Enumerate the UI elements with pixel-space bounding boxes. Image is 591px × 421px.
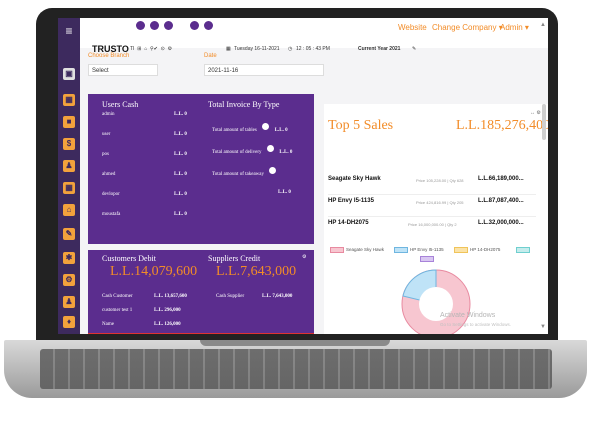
top5-item: Seagate Sky Hawk Price 105,228.00 | Qty … (328, 174, 536, 195)
sidebar-sales-icon[interactable]: ▦ (63, 94, 75, 106)
sidebar-grid-icon[interactable]: ▦ (63, 182, 75, 194)
credit-list: Cash Supplier L.L. 7,643,000 (216, 294, 312, 308)
status-dot-1-icon (136, 21, 145, 30)
menu-icon[interactable]: ≡ (58, 22, 80, 40)
calendar-icon: ▦ (226, 46, 231, 52)
sidebar-users-icon[interactable]: ♟ (63, 160, 75, 172)
sidebar-config-icon[interactable]: ⚙ (63, 274, 75, 286)
current-year: Current Year 2021 (358, 46, 401, 52)
suppliers-credit-amount: L.L.7,643,000 (216, 264, 297, 279)
sidebar: ≡ ▣ ▦ ■ $ ♟ ▦ ⌂ ✎ ✱ ⚙ ♟ ♦ (58, 18, 80, 334)
watermark-subtitle: Go to Settings to activate Windows. (440, 322, 512, 327)
top-bar: Website Change Company ▾ Admin ▾ (80, 18, 548, 48)
sidebar-settings-icon[interactable]: ✱ (63, 252, 75, 264)
legend-label-1: Seagate Sky Hawk (346, 247, 385, 252)
sidebar-tools-icon[interactable]: ✎ (63, 228, 75, 240)
status-dot-5-icon (204, 21, 213, 30)
users-cash-list: admin L.L. 0 user L.L. 0 pos L.L. 0 ahmed L.… (102, 112, 202, 232)
suppliers-credit-title: Suppliers Credit (208, 254, 261, 263)
status-dot-3-icon (164, 21, 173, 30)
branch-select[interactable]: Select (88, 64, 158, 76)
list-item: admin L.L. 0 (102, 112, 187, 117)
toggle-icon[interactable] (266, 145, 274, 153)
sidebar-orders-icon[interactable]: ■ (63, 116, 75, 128)
watermark-title: Activate Windows (440, 312, 496, 319)
debit-list: Cash Customer L.L. 13,657,600 customer te… (102, 294, 202, 334)
current-date: Tuesday 16-11-2021 (234, 46, 280, 52)
list-item: ahmed L.L. 0 (102, 172, 187, 177)
legend-label-3: HP 14-DH2075 (470, 247, 501, 252)
sidebar-profile-icon[interactable]: ♟ (63, 296, 75, 308)
list-item: moustafa L.L. 0 (102, 212, 187, 217)
admin-dropdown[interactable]: Admin ▾ (500, 23, 529, 32)
status-dot-2-icon (150, 21, 159, 30)
branch-label: Choose Branch (88, 53, 130, 59)
invoice-type-list: Total amount of tables L.L. 0 Total amou… (212, 118, 312, 195)
invoice-type-title: Total Invoice By Type (208, 100, 280, 109)
top5-title: Top 5 Sales (328, 118, 394, 133)
sidebar-dashboard-icon[interactable]: ▣ (63, 68, 75, 80)
change-company-dropdown[interactable]: Change Company ▾ (432, 23, 503, 32)
card-controls-icon[interactable]: ↔ ⚙ (530, 110, 541, 116)
top5-item: HP 14-DH2075 Price 16,000,000.00 | Qty 2… (328, 220, 524, 227)
legend-swatch-1 (330, 247, 344, 253)
sidebar-home-icon[interactable]: ⌂ (63, 204, 75, 216)
list-item: pos L.L. 0 (102, 152, 187, 157)
laptop-hinge (200, 340, 390, 346)
legend-swatch-3 (454, 247, 468, 253)
legend-swatch-2 (394, 247, 408, 253)
list-item: Total amount of delivery L.L. 0 (212, 140, 312, 162)
top5-sales-card: ↔ ⚙ Top 5 Sales L.L.185,276,400 Seagate … (324, 104, 548, 334)
top5-total: L.L.185,276,400 (456, 118, 548, 133)
legend-label-2: HP Envy I5-1135 (410, 247, 444, 252)
date-label: Date (204, 53, 217, 59)
customers-debit-amount: L.L.14,079,600 (110, 264, 198, 279)
list-item: customer test 1 L.L. 296,000 (102, 308, 181, 313)
clock-icon: ◷ (288, 46, 293, 52)
sidebar-account-icon[interactable]: ♦ (63, 316, 75, 328)
customers-debit-title: Customers Debit (102, 254, 156, 263)
edit-icon[interactable]: ✎ (412, 46, 416, 52)
legend-swatch-4 (516, 247, 530, 253)
scroll-down-icon[interactable]: ▼ (540, 324, 546, 330)
debit-credit-card: Customers Debit L.L.14,079,600 Suppliers… (88, 250, 314, 334)
users-cash-title: Users Cash (102, 100, 139, 109)
list-item: user L.L. 0 (102, 132, 187, 137)
list-item: Cash Supplier L.L. 7,643,000 (216, 294, 293, 299)
expand-icon[interactable]: ⚙ (302, 254, 306, 260)
scrollbar-thumb[interactable] (542, 104, 546, 140)
current-time: 12 : 05 : 43 PM (296, 46, 330, 52)
toggle-icon[interactable] (269, 167, 277, 175)
sidebar-cash-icon[interactable]: $ (63, 138, 75, 150)
laptop-keyboard (40, 349, 552, 389)
toolbar-icons[interactable]: TI ⊞ ⌂ ⚲✔ ⊙ ⚙ (130, 46, 172, 52)
scroll-up-icon[interactable]: ▲ (540, 22, 546, 28)
app-screen: ≡ ▣ ▦ ■ $ ♟ ▦ ⌂ ✎ ✱ ⚙ ♟ ♦ Website Change… (58, 18, 548, 334)
list-item: Total amount of tables L.L. 0 (212, 118, 312, 140)
list-item: devlopor L.L. 0 (102, 192, 187, 197)
top5-item: HP Envy I5-1135 Price 424,816.99 | Qty 2… (328, 196, 536, 217)
users-cash-card: Users Cash admin L.L. 0 user L.L. 0 pos L.L… (88, 94, 314, 244)
status-dot-4-icon (190, 21, 199, 30)
toggle-icon[interactable] (262, 123, 270, 131)
list-item: Cash Customer L.L. 13,657,600 (102, 294, 187, 299)
website-link[interactable]: Website (398, 23, 427, 32)
card-divider (88, 333, 314, 334)
list-item: Total amount of takeaway L.L. 0 (212, 162, 312, 195)
date-input[interactable]: 2021-11-16 (204, 64, 324, 76)
